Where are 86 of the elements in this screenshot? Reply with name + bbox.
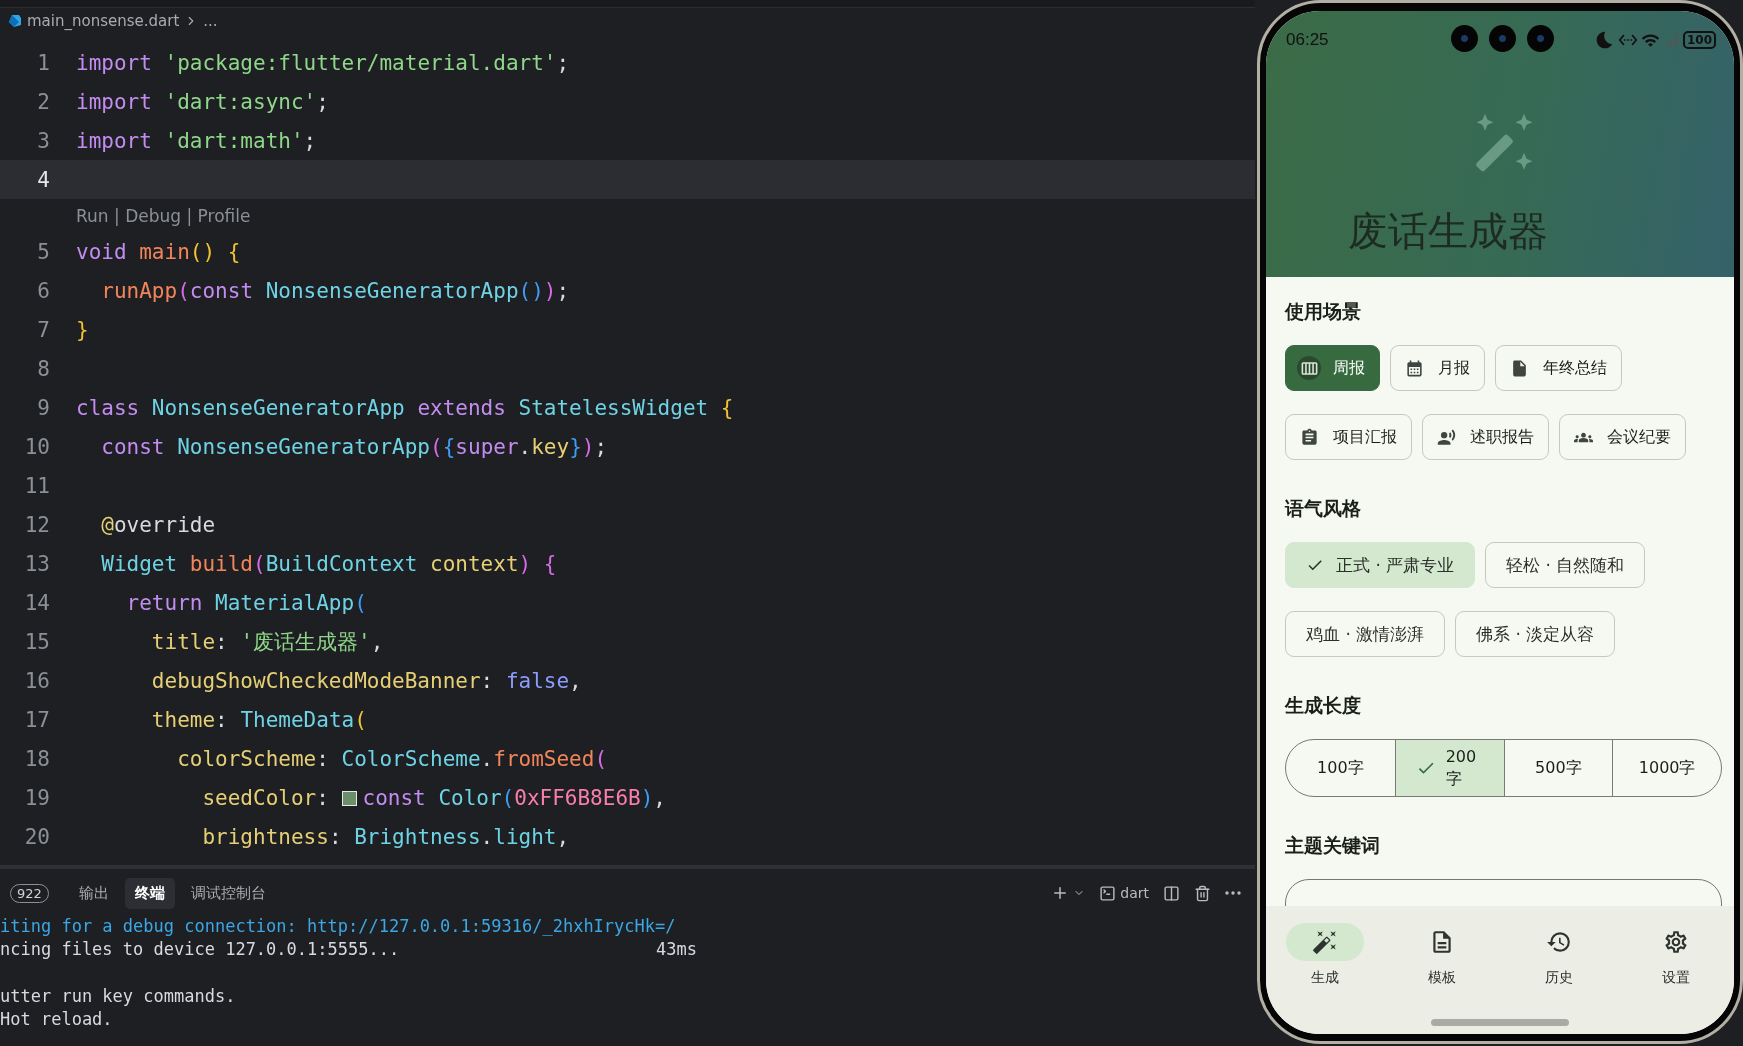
length-segment[interactable]: 200字	[1394, 740, 1504, 796]
section-title: 生成长度	[1285, 693, 1362, 717]
line-number: 19	[23, 785, 50, 810]
magic-wand-icon	[1311, 929, 1338, 955]
camera-icon	[1451, 25, 1478, 52]
section-title: 主题关键词	[1285, 833, 1381, 857]
line-number: 7	[36, 317, 50, 342]
code-line: return MaterialApp(	[125, 590, 367, 615]
shell-button[interactable]: dart	[1095, 882, 1153, 904]
length-segment[interactable]: 1000字	[1612, 740, 1721, 796]
line-number: 4	[36, 167, 50, 192]
code-line: brightness: Brightness.light,	[201, 824, 570, 849]
app-title: 废话生成器	[1348, 207, 1549, 256]
line-number: 18	[23, 746, 50, 771]
terminal-icon	[1099, 884, 1117, 902]
battery-level: 100	[1682, 31, 1716, 49]
line-number: 17	[23, 707, 50, 732]
line-number: 20	[23, 824, 50, 849]
section-title: 语气风格	[1285, 496, 1362, 520]
line-number: 6	[36, 278, 50, 303]
tone-chip[interactable]: 鸡血 · 激情澎湃	[1285, 611, 1446, 657]
code-line: debugShowCheckedModeBanner: false,	[150, 668, 582, 693]
length-segment[interactable]: 500字	[1503, 740, 1613, 796]
breadcrumb-file[interactable]: main_nonsense.dart	[27, 12, 180, 30]
trash-icon	[1194, 884, 1211, 902]
scene-chip[interactable]: 述职报告	[1422, 414, 1549, 460]
section-title: 使用场景	[1285, 299, 1362, 323]
scene-chip[interactable]: 周报	[1285, 345, 1380, 391]
code-lens[interactable]: Run | Debug | Profile	[76, 205, 251, 226]
tone-chip[interactable]: 轻松 · 自然随和	[1485, 542, 1646, 588]
code-line: @override	[100, 512, 216, 537]
line-number: 8	[36, 356, 50, 381]
line-number: 10	[23, 434, 50, 459]
code-line: import 'dart:async';	[76, 89, 329, 114]
line-number: 9	[36, 395, 50, 420]
code-line: runApp(const NonsenseGeneratorApp());	[100, 278, 570, 303]
line-number: 5	[36, 239, 50, 264]
line-number: 16	[23, 668, 50, 693]
code-line: theme: ThemeData(	[150, 707, 367, 732]
nav-item[interactable]: 历史	[1500, 923, 1617, 987]
panel-tab[interactable]: 输出	[68, 877, 119, 909]
code-line: Widget build(BuildContext context) {	[100, 551, 557, 576]
scene-chip[interactable]: 项目汇报	[1285, 414, 1412, 460]
terminal-time: 43ms	[656, 938, 697, 959]
code-line: import 'package:flutter/material.dart';	[76, 50, 570, 75]
code-line: const NonsenseGeneratorApp({super.key});	[100, 434, 608, 459]
moon-icon	[1594, 30, 1615, 50]
nav-item[interactable]: 设置	[1617, 923, 1734, 987]
camera-icon	[1527, 25, 1554, 52]
terminal-line: Hot reload.	[0, 1008, 113, 1029]
split-icon	[1163, 884, 1180, 902]
code-line: class NonsenseGeneratorApp extends StatelessWidget {	[76, 395, 734, 420]
line-number: 3	[36, 128, 50, 153]
history-icon	[1545, 929, 1572, 955]
nav-item[interactable]: 生成	[1266, 923, 1383, 987]
code-line: title: '废话生成器',	[150, 628, 384, 656]
code-line: }	[76, 317, 89, 342]
line-number: 13	[23, 551, 50, 576]
line-number: 2	[36, 89, 50, 114]
camera-icon	[1489, 25, 1516, 52]
dart-file-icon	[8, 14, 22, 28]
terminal-line: ncing files to device 127.0.0.1:5555...	[0, 938, 400, 959]
more-icon	[1225, 891, 1241, 895]
code-line: colorScheme: ColorScheme.fromSeed(	[176, 746, 608, 771]
line-number: 1	[36, 50, 50, 75]
line-number: 12	[23, 512, 50, 537]
panel-tab[interactable]: 调试控制台	[180, 877, 276, 909]
line-number: 14	[23, 590, 50, 615]
scene-chip[interactable]: 会议纪要	[1559, 414, 1686, 460]
code-line: void main() {	[76, 239, 241, 264]
line-number: 15	[23, 629, 50, 654]
terminal-line: utter run key commands.	[0, 985, 236, 1006]
scene-chip[interactable]: 年终总结	[1495, 345, 1622, 391]
tone-chip[interactable]: 正式 · 严肃专业	[1285, 542, 1476, 588]
tone-chip[interactable]: 佛系 · 淡定从容	[1455, 611, 1616, 657]
status-time: 06:25	[1286, 30, 1329, 50]
panel-tab[interactable]: 终端	[124, 877, 175, 909]
line-number: 11	[23, 473, 50, 498]
code-line: seedColor: const Color(0xFF6B8E6B),	[201, 785, 666, 810]
nav-item[interactable]: 模板	[1383, 923, 1500, 987]
week-chart-icon	[1297, 356, 1321, 380]
terminal-line: iting for a debug connection: http://127.0.0.1:59316/_2hxhIrycHk=/	[0, 915, 676, 936]
code-line: import 'dart:math';	[76, 128, 317, 153]
length-segment[interactable]: 100字	[1286, 740, 1395, 796]
breadcrumb-more[interactable]: ...	[203, 12, 218, 30]
scene-chip[interactable]: 月报	[1390, 345, 1485, 391]
